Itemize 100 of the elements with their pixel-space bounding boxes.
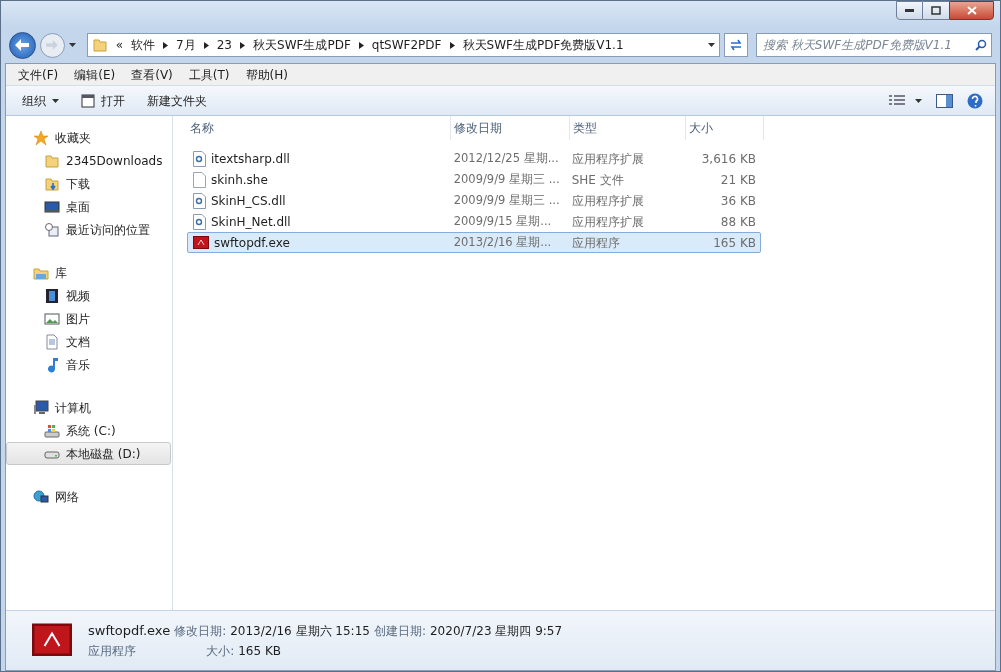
- nav-item[interactable]: 文档: [6, 330, 171, 353]
- nav-group[interactable]: 计算机: [6, 396, 91, 419]
- folder-icon: [44, 152, 60, 169]
- nav-item[interactable]: 最近访问的位置: [6, 218, 171, 241]
- menu-item[interactable]: 帮助(H): [239, 65, 294, 84]
- chevron-right-icon: [203, 41, 209, 49]
- caret-icon: [52, 98, 59, 103]
- refresh-button[interactable]: [724, 33, 748, 57]
- file-row[interactable]: itextsharp.dll 2012/12/25 星期... 应用程序扩展 3,616 KB: [187, 148, 761, 169]
- breadcrumb-item[interactable]: 秋天SWF生成PDF免费版V1.1: [462, 36, 624, 54]
- document-icon: [44, 333, 60, 350]
- breadcrumb-item[interactable]: qtSWF2PDF: [371, 36, 442, 54]
- file-name: swftopdf.exe: [214, 234, 290, 252]
- type-cell-text: SHE 文件: [570, 171, 625, 189]
- toolbar-button[interactable]: 组织: [14, 91, 67, 110]
- nav-group[interactable]: 网络: [6, 485, 79, 508]
- application-icon: [193, 235, 209, 250]
- breadcrumb-item[interactable]: 7月: [176, 36, 196, 54]
- document-icon: [193, 171, 206, 188]
- file-row[interactable]: swftopdf.exe 2013/2/16 星期... 应用程序 165 KB: [187, 232, 761, 253]
- restore-icon: [931, 6, 941, 15]
- settings-file-icon: [193, 192, 206, 209]
- chevron-right-icon: [240, 41, 245, 49]
- nav-group[interactable]: 收藏夹: [6, 126, 91, 149]
- menu-item[interactable]: 工具(T): [182, 65, 236, 84]
- network-icon: [33, 488, 49, 505]
- open-window-icon: [81, 93, 95, 108]
- nav-item[interactable]: 桌面: [6, 195, 171, 218]
- help-button[interactable]: [967, 92, 983, 109]
- column-header[interactable]: 大小: [686, 116, 764, 140]
- preview-pane-button[interactable]: [936, 93, 953, 108]
- picture-icon: [44, 310, 60, 327]
- refresh-icon: [729, 39, 743, 51]
- date-cell-text: 2009/9/9 星期三 ...: [452, 191, 561, 209]
- film-icon: [44, 287, 60, 304]
- size-cell-text: 3,616 KB: [700, 150, 757, 168]
- details-file-name: swftopdf.exe: [88, 621, 171, 640]
- minimize-button[interactable]: [896, 1, 923, 20]
- list-view-icon: [889, 94, 905, 107]
- breadcrumb-item[interactable]: 软件: [131, 36, 156, 54]
- nav-group[interactable]: 库: [6, 261, 67, 284]
- nav-item[interactable]: 系统 (C:): [6, 419, 171, 442]
- details-label: 修改日期:: [174, 622, 227, 640]
- breadcrumb-overflow[interactable]: «: [115, 36, 124, 54]
- caret-icon: [708, 43, 716, 47]
- close-button[interactable]: [949, 1, 994, 20]
- details-value: 2020/7/23 星期四 9:57: [430, 622, 563, 640]
- menu-item[interactable]: 编辑(E): [68, 65, 122, 84]
- nav-item[interactable]: 本地磁盘 (D:): [6, 442, 171, 465]
- system-drive-icon: [44, 422, 60, 439]
- chevron-right-icon: [449, 41, 455, 49]
- nav-item[interactable]: 视频: [6, 284, 171, 307]
- toolbar-button[interactable]: 打开: [73, 91, 133, 110]
- back-button[interactable]: [9, 31, 36, 59]
- size-cell-text: 21 KB: [719, 171, 757, 189]
- breadcrumb-item[interactable]: 23: [216, 36, 232, 54]
- computer-icon: [33, 399, 49, 416]
- nav-item[interactable]: 2345Downloads: [6, 149, 171, 172]
- pane-icon: [936, 93, 953, 108]
- size-cell-text: 165 KB: [712, 234, 757, 252]
- download-folder-icon: [44, 175, 60, 192]
- nav-item[interactable]: 图片: [6, 307, 171, 330]
- chevron-right-icon: [163, 41, 169, 49]
- maximize-button[interactable]: [923, 1, 949, 20]
- date-cell-text: 2013/2/16 星期...: [452, 233, 553, 251]
- nav-item[interactable]: 音乐: [6, 353, 171, 376]
- file-name: itextsharp.dll: [211, 150, 290, 168]
- settings-file-icon: [193, 150, 206, 167]
- type-cell-text: 应用程序扩展: [570, 213, 645, 231]
- details-value: 165 KB: [238, 643, 281, 661]
- column-header[interactable]: 修改日期: [451, 116, 570, 140]
- menu-item[interactable]: 查看(V): [125, 65, 179, 84]
- minimize-icon: [905, 9, 914, 12]
- date-cell-text: 2009/9/9 星期三 ...: [452, 170, 561, 188]
- details-file-type: 应用程序: [88, 643, 137, 661]
- column-header[interactable]: 类型: [570, 116, 686, 140]
- arrow-left-icon: [15, 39, 30, 51]
- chevron-right-icon: [358, 41, 364, 49]
- arrow-right-icon: [46, 40, 59, 50]
- type-cell-text: 应用程序扩展: [570, 192, 645, 210]
- details-label: 大小:: [206, 643, 235, 661]
- size-cell-text: 88 KB: [719, 213, 757, 231]
- settings-file-icon: [193, 213, 206, 230]
- desktop-icon: [44, 198, 60, 215]
- file-row[interactable]: SkinH_CS.dll 2009/9/9 星期三 ... 应用程序扩展 36 KB: [187, 190, 761, 211]
- breadcrumb-item[interactable]: 秋天SWF生成PDF: [253, 36, 351, 54]
- caret-icon: [68, 43, 76, 47]
- file-row[interactable]: SkinH_Net.dll 2009/9/15 星期... 应用程序扩展 88 KB: [187, 211, 761, 232]
- view-options-button[interactable]: [889, 94, 922, 107]
- menu-item[interactable]: 文件(F): [12, 65, 65, 84]
- recent-pages-button[interactable]: [68, 43, 79, 47]
- details-value: 2013/2/16 星期六 15:15: [230, 622, 370, 640]
- column-header[interactable]: 名称: [187, 116, 451, 140]
- address-bar[interactable]: « 软件 7月 23 秋天SWF生成PDF qtSWF2PDF 秋天SWF生成PDF免费版V1.1: [86, 33, 721, 57]
- type-cell-text: 应用程序扩展: [570, 150, 645, 168]
- search-field[interactable]: 搜索 秋天SWF生成PDF免费版V1.1: [755, 33, 992, 57]
- file-row[interactable]: skinh.she 2009/9/9 星期三 ... SHE 文件 21 KB: [187, 169, 761, 190]
- application-icon: [32, 622, 72, 659]
- toolbar-button[interactable]: 新建文件夹: [139, 91, 215, 110]
- nav-item[interactable]: 下载: [6, 172, 171, 195]
